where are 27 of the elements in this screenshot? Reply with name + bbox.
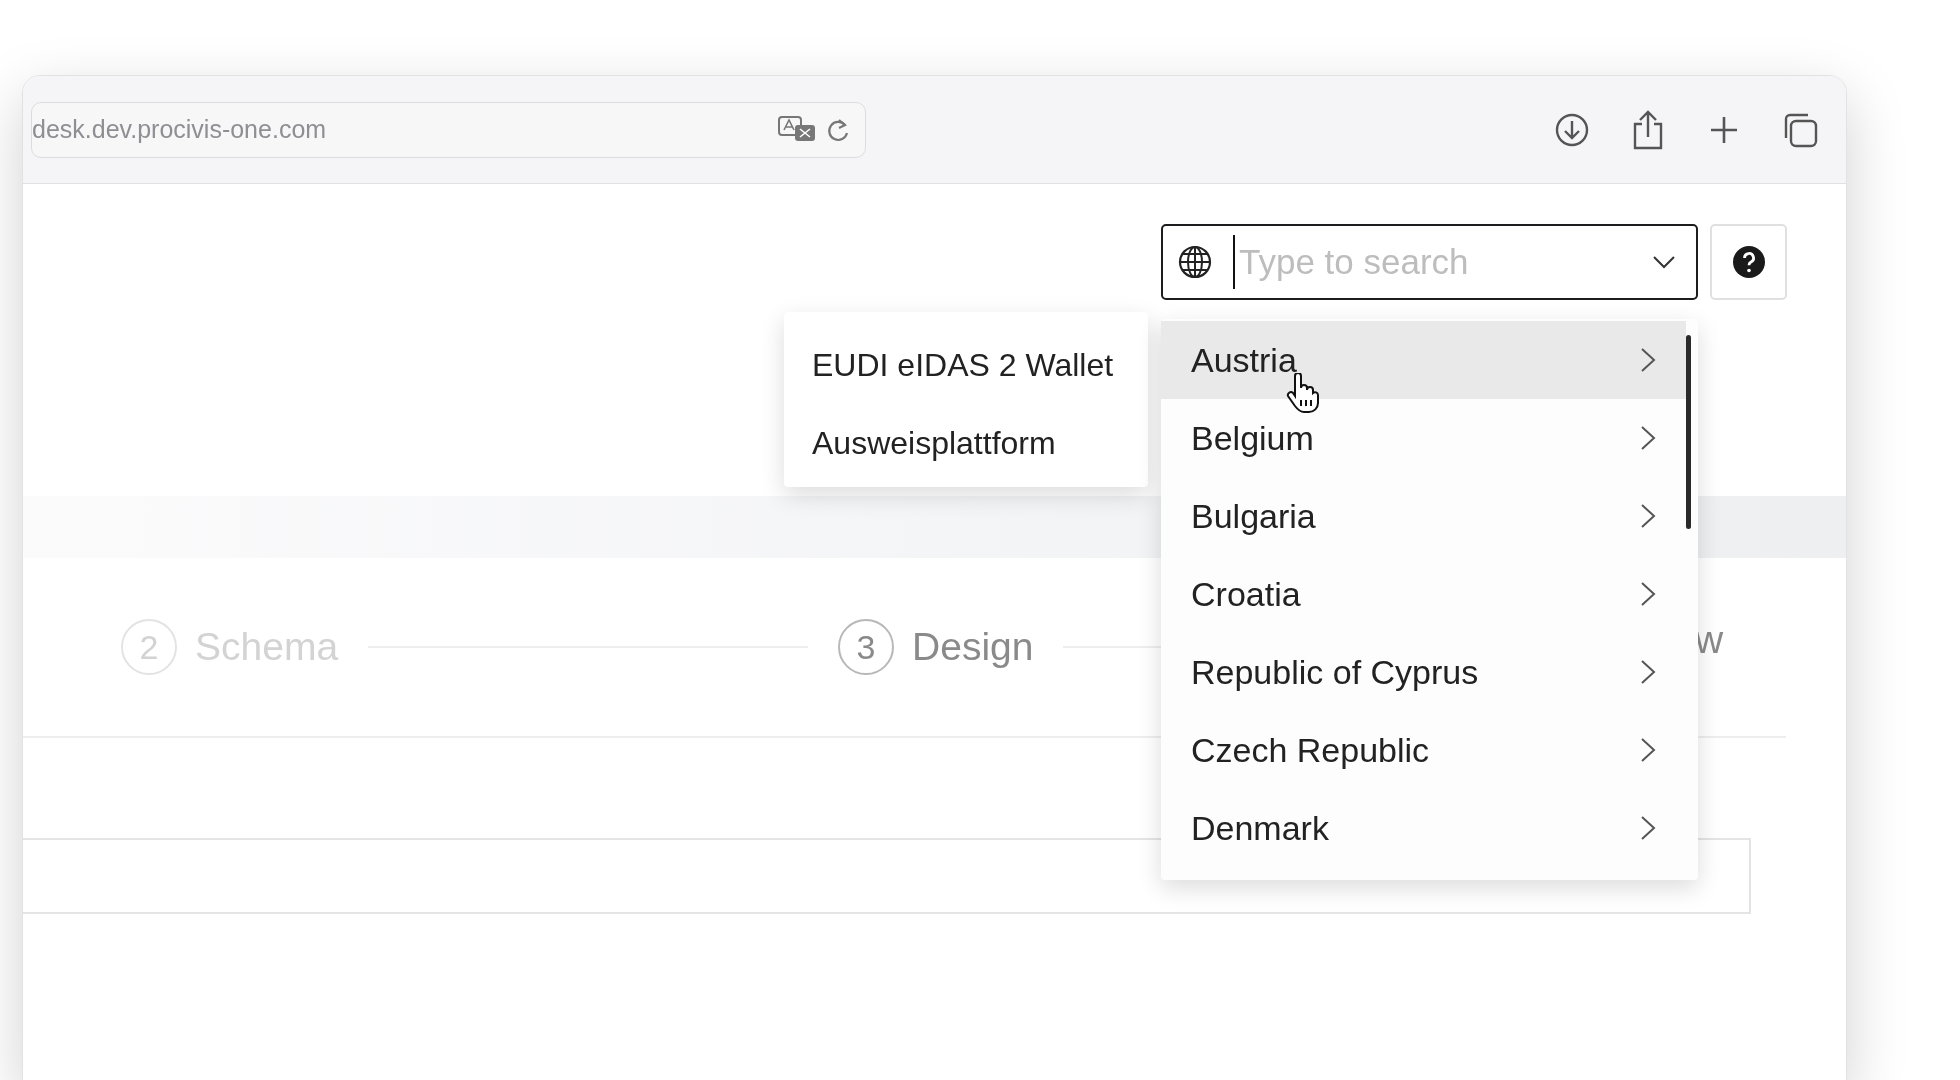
chevron-right-icon (1640, 737, 1656, 763)
step-label: Design (912, 623, 1034, 670)
country-option[interactable]: Bulgaria (1161, 477, 1686, 555)
search-input[interactable]: Type to search (1233, 234, 1652, 290)
search-dropdown[interactable]: Type to search (1161, 224, 1698, 300)
country-option[interactable]: Republic of Cyprus (1161, 633, 1686, 711)
url-text: desk.dev.procivis-one.com (32, 113, 328, 145)
country-option[interactable]: Austria (1161, 321, 1686, 399)
chevron-right-icon (1640, 425, 1656, 451)
chevron-right-icon (1640, 659, 1656, 685)
help-button[interactable] (1710, 224, 1787, 300)
country-option[interactable]: Denmark (1161, 789, 1686, 867)
submenu-option[interactable]: EUDI eIDAS 2 Wallet (784, 326, 1148, 404)
submenu-option[interactable]: Ausweisplattform (784, 404, 1148, 482)
scrollbar[interactable] (1686, 335, 1691, 529)
country-option[interactable]: Belgium (1161, 399, 1686, 477)
chevron-right-icon (1640, 581, 1656, 607)
chevron-right-icon (1640, 347, 1656, 373)
step-number: 3 (838, 619, 895, 675)
chevron-down-icon (1652, 255, 1676, 269)
help-icon (1731, 245, 1766, 279)
globe-icon (1177, 244, 1213, 280)
chevron-right-icon (1640, 815, 1656, 841)
country-option[interactable]: Croatia (1161, 555, 1686, 633)
hand-cursor-icon (1286, 373, 1320, 413)
country-option[interactable]: Czech Republic (1161, 711, 1686, 789)
chevron-right-icon (1640, 503, 1656, 529)
